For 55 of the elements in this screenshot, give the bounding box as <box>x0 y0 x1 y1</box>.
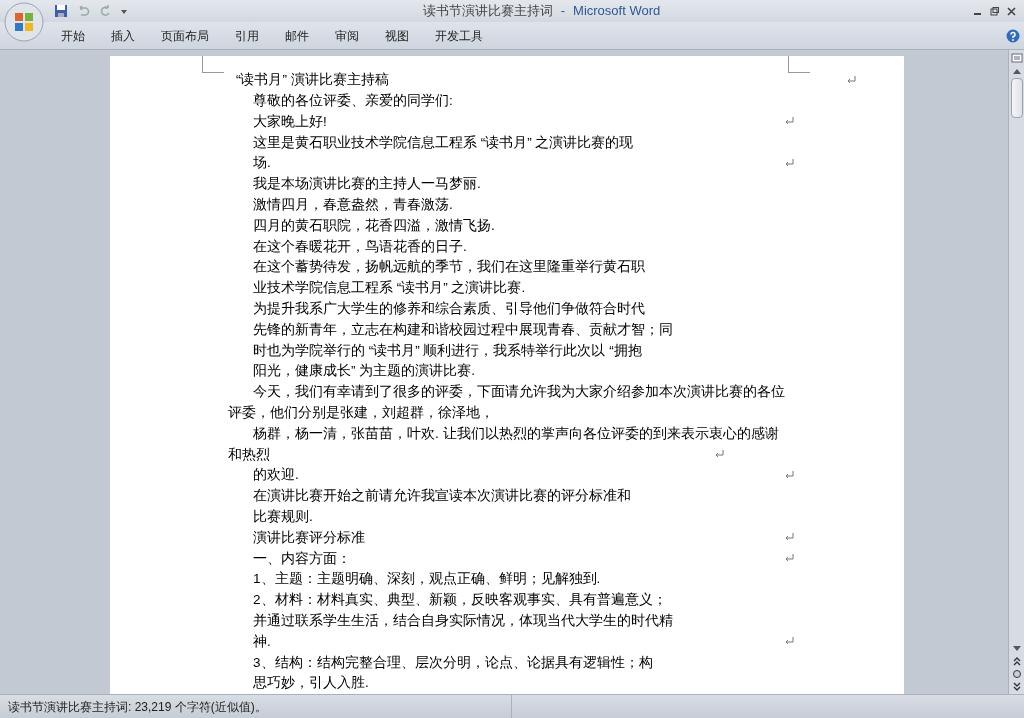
document-line: 评委，他们分别是张建，刘超群，徐泽地， <box>228 404 494 422</box>
document-line: 一、内容方面： <box>253 549 351 568</box>
document-line: 演讲比赛评分标准 <box>253 528 365 547</box>
ruler-toggle-icon[interactable] <box>1010 52 1023 64</box>
document-line: 我是本场演讲比赛的主持人一马梦丽. <box>253 175 481 194</box>
status-text: 读书节演讲比赛主持词: 23,219 个字符(近似值)。 <box>8 698 267 716</box>
next-page-icon[interactable] <box>1011 682 1022 692</box>
document-line: 阳光，健康成长” 为主题的演讲比赛. <box>253 362 475 381</box>
document-line: 场. <box>253 154 271 173</box>
ribbon-tab[interactable]: 开发工具 <box>422 23 496 48</box>
document-line: “读书月” 演讲比赛主持稿 <box>236 71 389 90</box>
ribbon-tab[interactable]: 插入 <box>98 23 148 48</box>
document-line: 今天，我们有幸请到了很多的评委，下面请允许我为大家介绍参加本次演讲比赛的各位 <box>253 383 785 402</box>
dropdown-icon[interactable] <box>120 7 128 15</box>
document-line: 在这个蓄势待发，扬帆远航的季节，我们在这里隆重举行黄石职 <box>253 258 645 277</box>
document-line: 四月的黄石职院，花香四溢，激情飞扬. <box>253 216 495 235</box>
document-line: 比赛规则. <box>253 508 313 526</box>
app-name: Microsoft Word <box>573 2 661 21</box>
ribbon-tab[interactable]: 开始 <box>48 23 98 48</box>
document-line: 并通过联系学生生活，结合自身实际情况，体现当代大学生的时代精 <box>253 612 673 630</box>
ribbon-tab[interactable]: 视图 <box>372 23 422 48</box>
document-line: 业技术学院信息工程系 “读书月” 之演讲比赛. <box>253 279 526 298</box>
document-line: 先锋的新青年，立志在构建和谐校园过程中展现青春、贡献才智；同 <box>253 320 673 339</box>
document-line: 激情四月，春意盎然，青春激荡. <box>253 196 453 215</box>
document-line: 3、结构：结构完整合理、层次分明，论点、论据具有逻辑性；构 <box>253 653 653 672</box>
scroll-down-icon[interactable] <box>1011 645 1022 653</box>
document-line: 这里是黄石职业技术学院信息工程系 “读书月” 之演讲比赛的现 <box>253 133 634 152</box>
scroll-thumb[interactable] <box>1010 78 1023 118</box>
document-line: 在演讲比赛开始之前请允许我宣读本次演讲比赛的评分标准和 <box>253 487 631 506</box>
ribbon-tab[interactable]: 审阅 <box>322 23 372 48</box>
previous-page-icon[interactable] <box>1011 656 1022 666</box>
title-separator: - <box>560 2 566 21</box>
save-icon[interactable] <box>54 4 68 18</box>
ribbon-tab[interactable]: 页面布局 <box>148 23 222 48</box>
scroll-up-icon[interactable] <box>1011 67 1022 75</box>
document-line: 的欢迎. <box>253 466 299 485</box>
browse-object-icon[interactable] <box>1011 669 1022 679</box>
document-line: 尊敬的各位评委、亲爱的同学们: <box>253 92 453 111</box>
document-line: 为提升我系广大学生的修养和综合素质、引导他们争做符合时代 <box>253 300 645 319</box>
ribbon-tab[interactable]: 邮件 <box>272 23 322 48</box>
document-line: 2、材料：材料真实、典型、新颖，反映客观事实、具有普遍意义； <box>253 591 667 610</box>
scrollbar[interactable] <box>1008 50 1024 694</box>
document-title: 读书节演讲比赛主持词 <box>422 2 553 21</box>
document-line: 杨群，杨一清，张苗苗，叶欢. 让我们以热烈的掌声向各位评委的到来表示衷心的感谢 <box>253 424 779 443</box>
document-line: 神. <box>253 632 271 651</box>
document-line: 大家晚上好! <box>253 112 327 131</box>
help-icon[interactable] <box>1006 28 1020 43</box>
restore-icon[interactable] <box>990 6 999 16</box>
document-line: 1、主题：主题明确、深刻，观点正确、鲜明；见解独到. <box>253 570 601 589</box>
document-line: 和热烈 <box>228 445 270 464</box>
document-line: 思巧妙，引人入胜. <box>253 674 369 693</box>
ribbon-tab[interactable]: 引用 <box>222 23 272 48</box>
document-line: 时也为学院举行的 “读书月” 顺利进行，我系特举行此次以 “拥抱 <box>253 341 642 360</box>
document-line: 在这个春暖花开，鸟语花香的日子. <box>253 237 467 256</box>
close-icon[interactable] <box>1007 6 1016 16</box>
